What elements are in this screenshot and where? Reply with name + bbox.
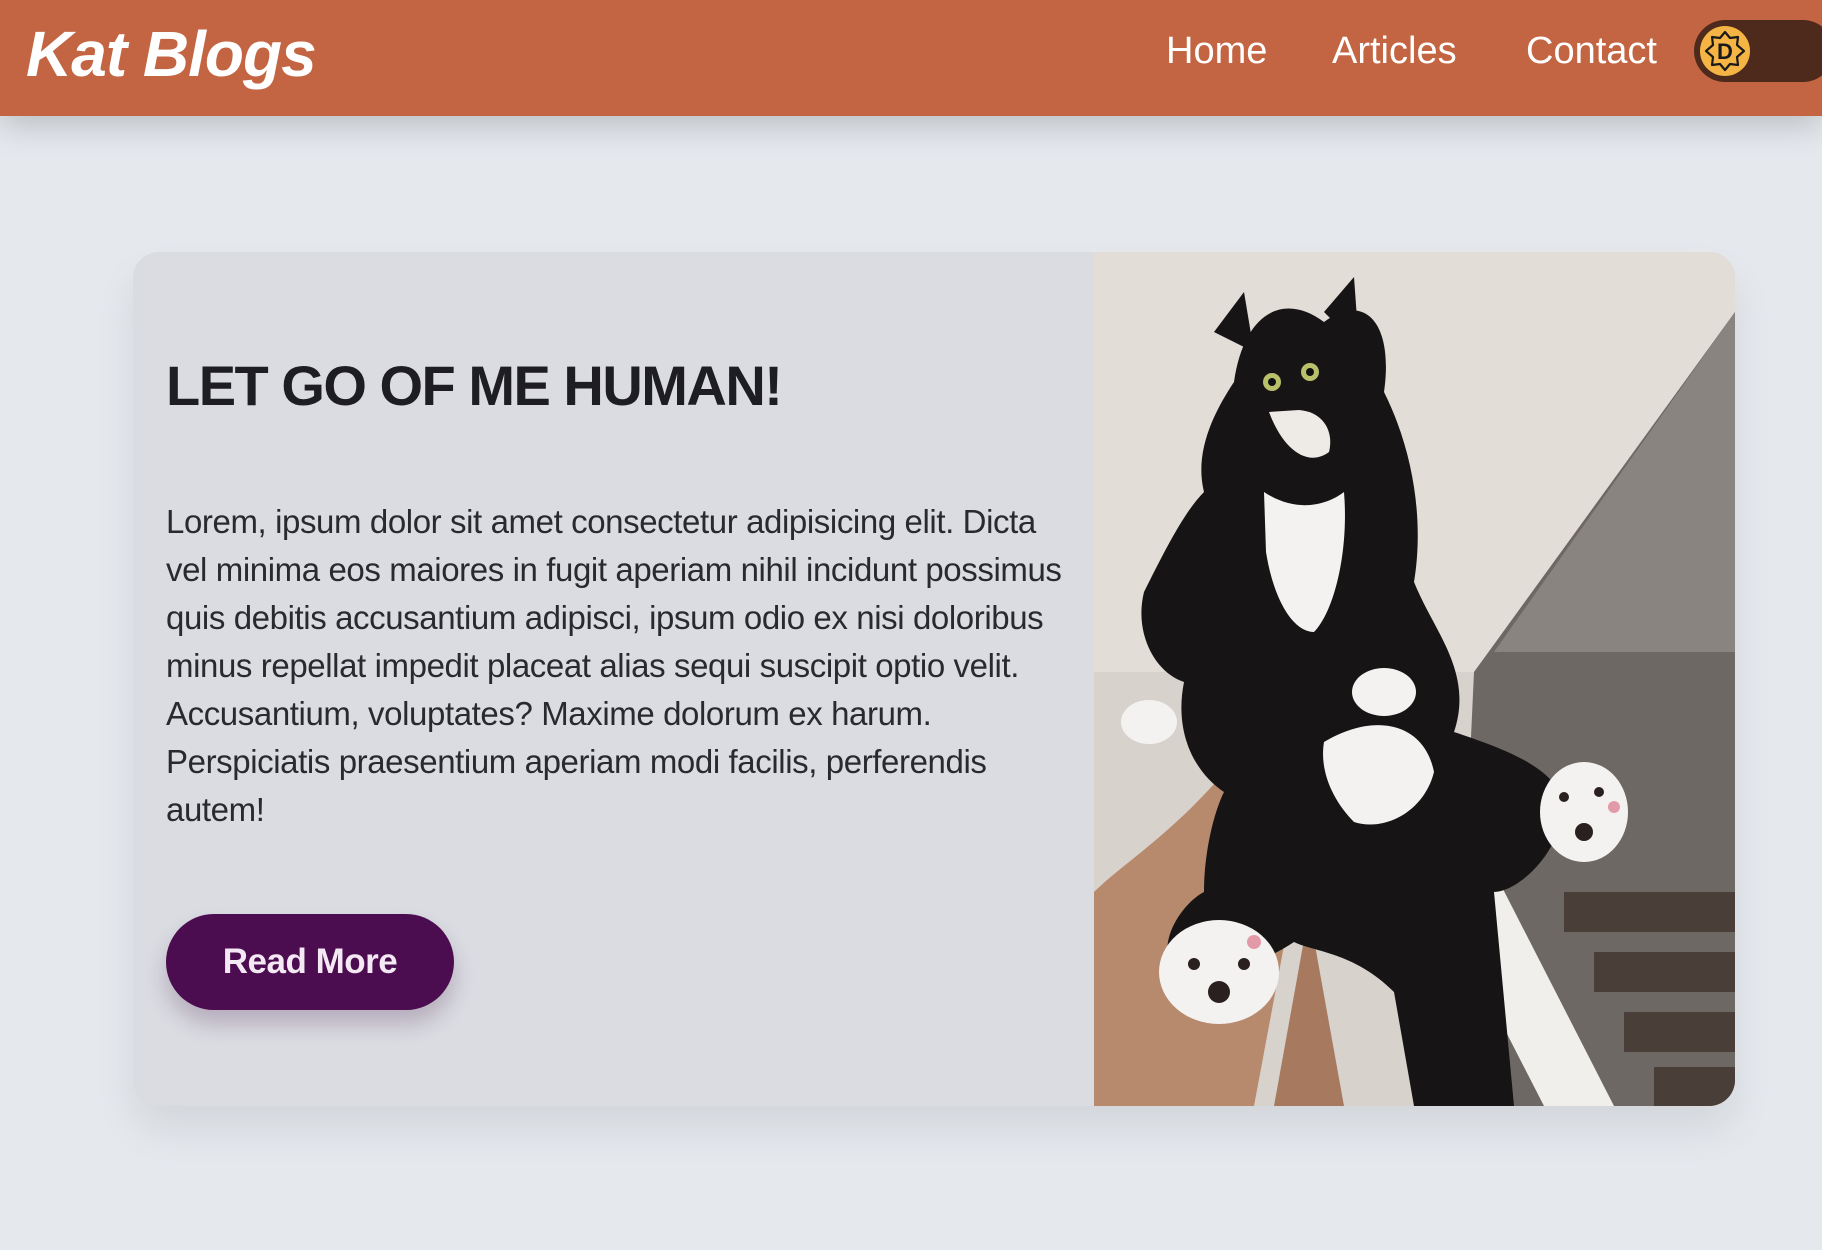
site-logo[interactable]: Kat Blogs — [26, 18, 317, 90]
read-more-button[interactable]: Read More — [166, 914, 454, 1010]
nav-link-articles[interactable]: Articles — [1332, 26, 1457, 76]
svg-text:D: D — [1717, 39, 1733, 64]
cat-photo — [1094, 252, 1735, 1106]
post-card: LET GO OF ME HUMAN! Lorem, ipsum dolor s… — [133, 252, 1735, 1106]
theme-toggle[interactable]: D — [1694, 20, 1822, 82]
nav-link-contact[interactable]: Contact — [1526, 26, 1657, 76]
post-content: LET GO OF ME HUMAN! Lorem, ipsum dolor s… — [166, 252, 1066, 1106]
post-excerpt: Lorem, ipsum dolor sit amet consectetur … — [166, 503, 1062, 828]
post-title: LET GO OF ME HUMAN! — [166, 354, 783, 417]
cat-photo-illustration — [1094, 252, 1735, 1106]
toggle-knob: D — [1700, 26, 1750, 76]
sun-icon: D — [1704, 30, 1746, 72]
nav-link-home[interactable]: Home — [1166, 26, 1267, 76]
site-header: Kat Blogs Home Articles Contact D — [0, 0, 1822, 116]
